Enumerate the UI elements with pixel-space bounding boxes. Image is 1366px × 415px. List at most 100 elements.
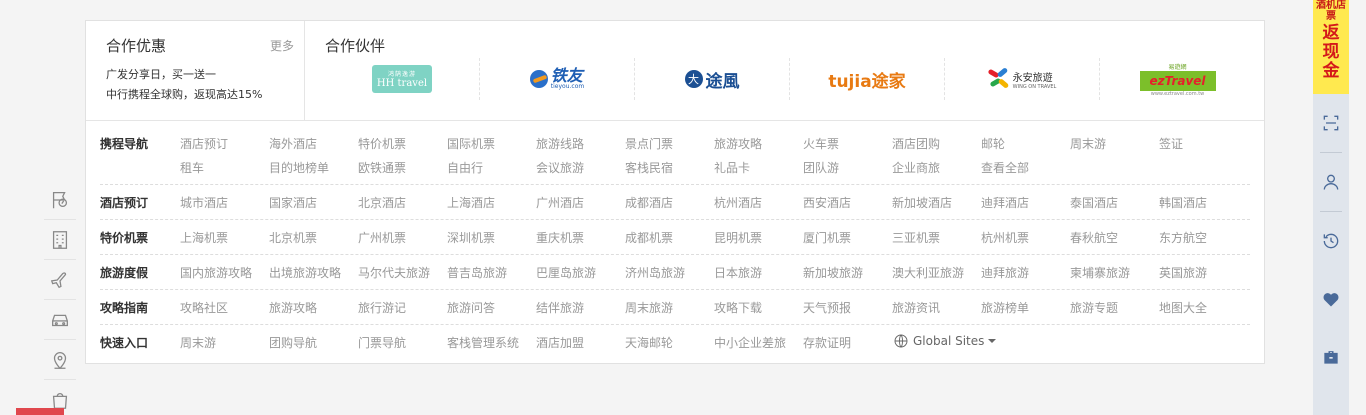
cashback-badge[interactable]: 酒机店票 返现金 — [1313, 0, 1349, 94]
sitemap-link[interactable]: 旅游攻略 — [714, 135, 762, 152]
nav-strategy-icon[interactable] — [44, 180, 76, 220]
sitemap-link[interactable]: 上海机票 — [180, 229, 228, 246]
sitemap-link[interactable]: 成都机票 — [625, 229, 673, 246]
sitemap-link[interactable]: 新加坡酒店 — [892, 194, 952, 211]
sitemap-link[interactable]: 北京机票 — [269, 229, 317, 246]
location-pin-icon[interactable] — [44, 340, 76, 380]
sitemap-link[interactable]: 北京酒店 — [358, 194, 406, 211]
partner-logo-eztravel[interactable]: 易遊網 ezTravel www.eztravel.com.tw — [1100, 58, 1255, 100]
sitemap-link[interactable]: 旅游专题 — [1070, 299, 1118, 316]
sitemap-link[interactable]: 旅游资讯 — [892, 299, 940, 316]
promo-link[interactable]: 中行携程全球购，返现高达15% — [106, 86, 262, 102]
sitemap-link[interactable]: 攻略下载 — [714, 299, 762, 316]
scan-qr-button[interactable] — [1313, 94, 1349, 152]
sitemap-link[interactable]: 新加坡旅游 — [803, 264, 863, 281]
sitemap-link[interactable]: 马尔代夫旅游 — [358, 264, 430, 281]
sitemap-link[interactable]: 周末游 — [180, 334, 216, 351]
sitemap-link[interactable]: 礼品卡 — [714, 159, 750, 176]
global-sites-dropdown[interactable]: Global Sites — [893, 333, 997, 349]
sitemap-link[interactable]: 广州机票 — [358, 229, 406, 246]
sitemap-link[interactable]: 酒店团购 — [892, 135, 940, 152]
sitemap-link[interactable]: 目的地榜单 — [269, 159, 329, 176]
sitemap-link[interactable]: 企业商旅 — [892, 159, 940, 176]
sitemap-link[interactable]: 海外酒店 — [269, 135, 317, 152]
airplane-icon[interactable] — [44, 260, 76, 300]
trips-button[interactable] — [1313, 328, 1349, 386]
sitemap-link[interactable]: 英国旅游 — [1159, 264, 1207, 281]
sitemap-link[interactable]: 租车 — [180, 159, 204, 176]
sitemap-link[interactable]: 地图大全 — [1159, 299, 1207, 316]
sitemap-link[interactable]: 巴厘岛旅游 — [536, 264, 596, 281]
sitemap-link[interactable]: 柬埔寨旅游 — [1070, 264, 1130, 281]
sitemap-link[interactable]: 客栈管理系统 — [447, 334, 519, 351]
sitemap-link[interactable]: 昆明机票 — [714, 229, 762, 246]
sitemap-link[interactable]: 韩国酒店 — [1159, 194, 1207, 211]
history-button[interactable] — [1313, 212, 1349, 270]
sitemap-link[interactable]: 天气预报 — [803, 299, 851, 316]
sitemap-link[interactable]: 旅游攻略 — [269, 299, 317, 316]
promo-link[interactable]: 广发分享日，买一送一 — [106, 66, 216, 82]
sitemap-link[interactable]: 门票导航 — [358, 334, 406, 351]
hotel-building-icon[interactable] — [44, 220, 76, 260]
sitemap-link[interactable]: 自由行 — [447, 159, 483, 176]
sitemap-link[interactable]: 结伴旅游 — [536, 299, 584, 316]
sitemap-link[interactable]: 攻略社区 — [180, 299, 228, 316]
sitemap-link[interactable]: 会议旅游 — [536, 159, 584, 176]
sitemap-link[interactable]: 团队游 — [803, 159, 839, 176]
sitemap-link[interactable]: 特价机票 — [358, 135, 406, 152]
sitemap-link[interactable]: 城市酒店 — [180, 194, 228, 211]
partner-logo-tieyou[interactable]: 铁友 tieyou.com — [480, 58, 635, 100]
sitemap-link[interactable]: 普吉岛旅游 — [447, 264, 507, 281]
sitemap-link[interactable]: 厦门机票 — [803, 229, 851, 246]
sitemap-link[interactable]: 周末旅游 — [625, 299, 673, 316]
partner-logo-hh-travel[interactable]: 鸿鹄逸游 HH travel — [325, 58, 480, 100]
sitemap-link[interactable]: 上海酒店 — [447, 194, 495, 211]
sitemap-link[interactable]: 泰国酒店 — [1070, 194, 1118, 211]
sitemap-link[interactable]: 邮轮 — [981, 135, 1005, 152]
sitemap-link[interactable]: 三亚机票 — [892, 229, 940, 246]
sitemap-link[interactable]: 迪拜酒店 — [981, 194, 1029, 211]
sitemap-link[interactable]: 迪拜旅游 — [981, 264, 1029, 281]
sitemap-link[interactable]: 周末游 — [1070, 135, 1106, 152]
sitemap-link[interactable]: 成都酒店 — [625, 194, 673, 211]
sitemap-link[interactable]: 酒店加盟 — [536, 334, 584, 351]
feedback-tab[interactable] — [16, 408, 64, 415]
sitemap-link[interactable]: 酒店预订 — [180, 135, 228, 152]
sitemap-link[interactable]: 欧铁通票 — [358, 159, 406, 176]
sitemap-link[interactable]: 杭州机票 — [981, 229, 1029, 246]
sitemap-link[interactable]: 杭州酒店 — [714, 194, 762, 211]
sitemap-link[interactable]: 出境旅游攻略 — [269, 264, 341, 281]
sitemap-link[interactable]: 团购导航 — [269, 334, 317, 351]
partner-logo-tufeng[interactable]: 大 途風 — [635, 58, 790, 100]
partner-logo-tujia[interactable]: tujia途家 — [790, 58, 945, 100]
sitemap-link[interactable]: 客栈民宿 — [625, 159, 673, 176]
sitemap-link[interactable]: 旅游榜单 — [981, 299, 1029, 316]
sitemap-link[interactable]: 火车票 — [803, 135, 839, 152]
sitemap-link[interactable]: 旅行游记 — [358, 299, 406, 316]
sitemap-link[interactable]: 深圳机票 — [447, 229, 495, 246]
sitemap-link[interactable]: 查看全部 — [981, 159, 1029, 176]
sitemap-link[interactable]: 旅游问答 — [447, 299, 495, 316]
sitemap-link[interactable]: 重庆机票 — [536, 229, 584, 246]
sitemap-link[interactable]: 澳大利亚旅游 — [892, 264, 964, 281]
sitemap-link[interactable]: 中小企业差旅 — [714, 334, 786, 351]
sitemap-link[interactable]: 济州岛旅游 — [625, 264, 685, 281]
partner-logo-yongan[interactable]: 永安旅遊 WING ON TRAVEL — [945, 58, 1100, 100]
favorites-button[interactable] — [1313, 270, 1349, 328]
sitemap-link[interactable]: 国际机票 — [447, 135, 495, 152]
sitemap-link[interactable]: 国内旅游攻略 — [180, 264, 252, 281]
sitemap-link[interactable]: 广州酒店 — [536, 194, 584, 211]
sitemap-link[interactable]: 东方航空 — [1159, 229, 1207, 246]
sitemap-link[interactable]: 签证 — [1159, 135, 1183, 152]
sitemap-link[interactable]: 天海邮轮 — [625, 334, 673, 351]
sitemap-link[interactable]: 景点门票 — [625, 135, 673, 152]
sitemap-link[interactable]: 西安酒店 — [803, 194, 851, 211]
promo-more-link[interactable]: 更多 — [270, 37, 294, 54]
sitemap-link[interactable]: 国家酒店 — [269, 194, 317, 211]
sitemap-link[interactable]: 日本旅游 — [714, 264, 762, 281]
car-icon[interactable] — [44, 300, 76, 340]
sitemap-link[interactable]: 存款证明 — [803, 334, 851, 351]
sitemap-link[interactable]: 春秋航空 — [1070, 229, 1118, 246]
sitemap-link[interactable]: 旅游线路 — [536, 135, 584, 152]
user-account-button[interactable] — [1313, 153, 1349, 211]
